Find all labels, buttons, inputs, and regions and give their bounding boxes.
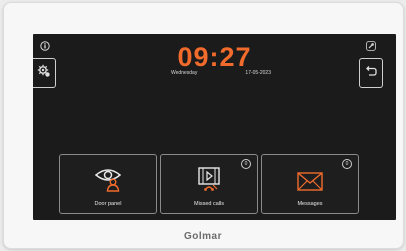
tool-icon[interactable]: [366, 41, 376, 51]
back-button[interactable]: [359, 58, 383, 88]
info-icon[interactable]: [40, 41, 50, 51]
door-panel-icon: [93, 165, 123, 198]
date-label: 17-05-2023: [245, 70, 271, 76]
missed-calls-icon: [194, 165, 224, 198]
brand-logo: Golmar: [183, 231, 222, 242]
envelope-icon: [295, 165, 325, 198]
missed-calls-badge: 0: [241, 159, 251, 169]
door-panel-label: Door panel: [94, 201, 122, 207]
messages-tile[interactable]: 0 Messages: [261, 154, 359, 214]
missed-calls-label: Missed calls: [194, 201, 224, 207]
settings-button[interactable]: [33, 58, 56, 88]
messages-label: Messages: [297, 201, 323, 207]
clock-time: 09:27: [177, 42, 252, 72]
settings-gear-icon: [37, 64, 51, 83]
screen: 09:27 Wednesday 17-05-2023 Door panel 0: [33, 34, 396, 220]
weekday-label: Wednesday: [171, 70, 198, 76]
messages-badge: 0: [342, 159, 352, 169]
door-panel-tile[interactable]: Door panel: [59, 154, 157, 214]
missed-calls-tile[interactable]: 0 Missed calls: [160, 154, 258, 214]
back-arrow-icon: [365, 64, 377, 82]
date-row: Wednesday 17-05-2023: [171, 70, 271, 76]
